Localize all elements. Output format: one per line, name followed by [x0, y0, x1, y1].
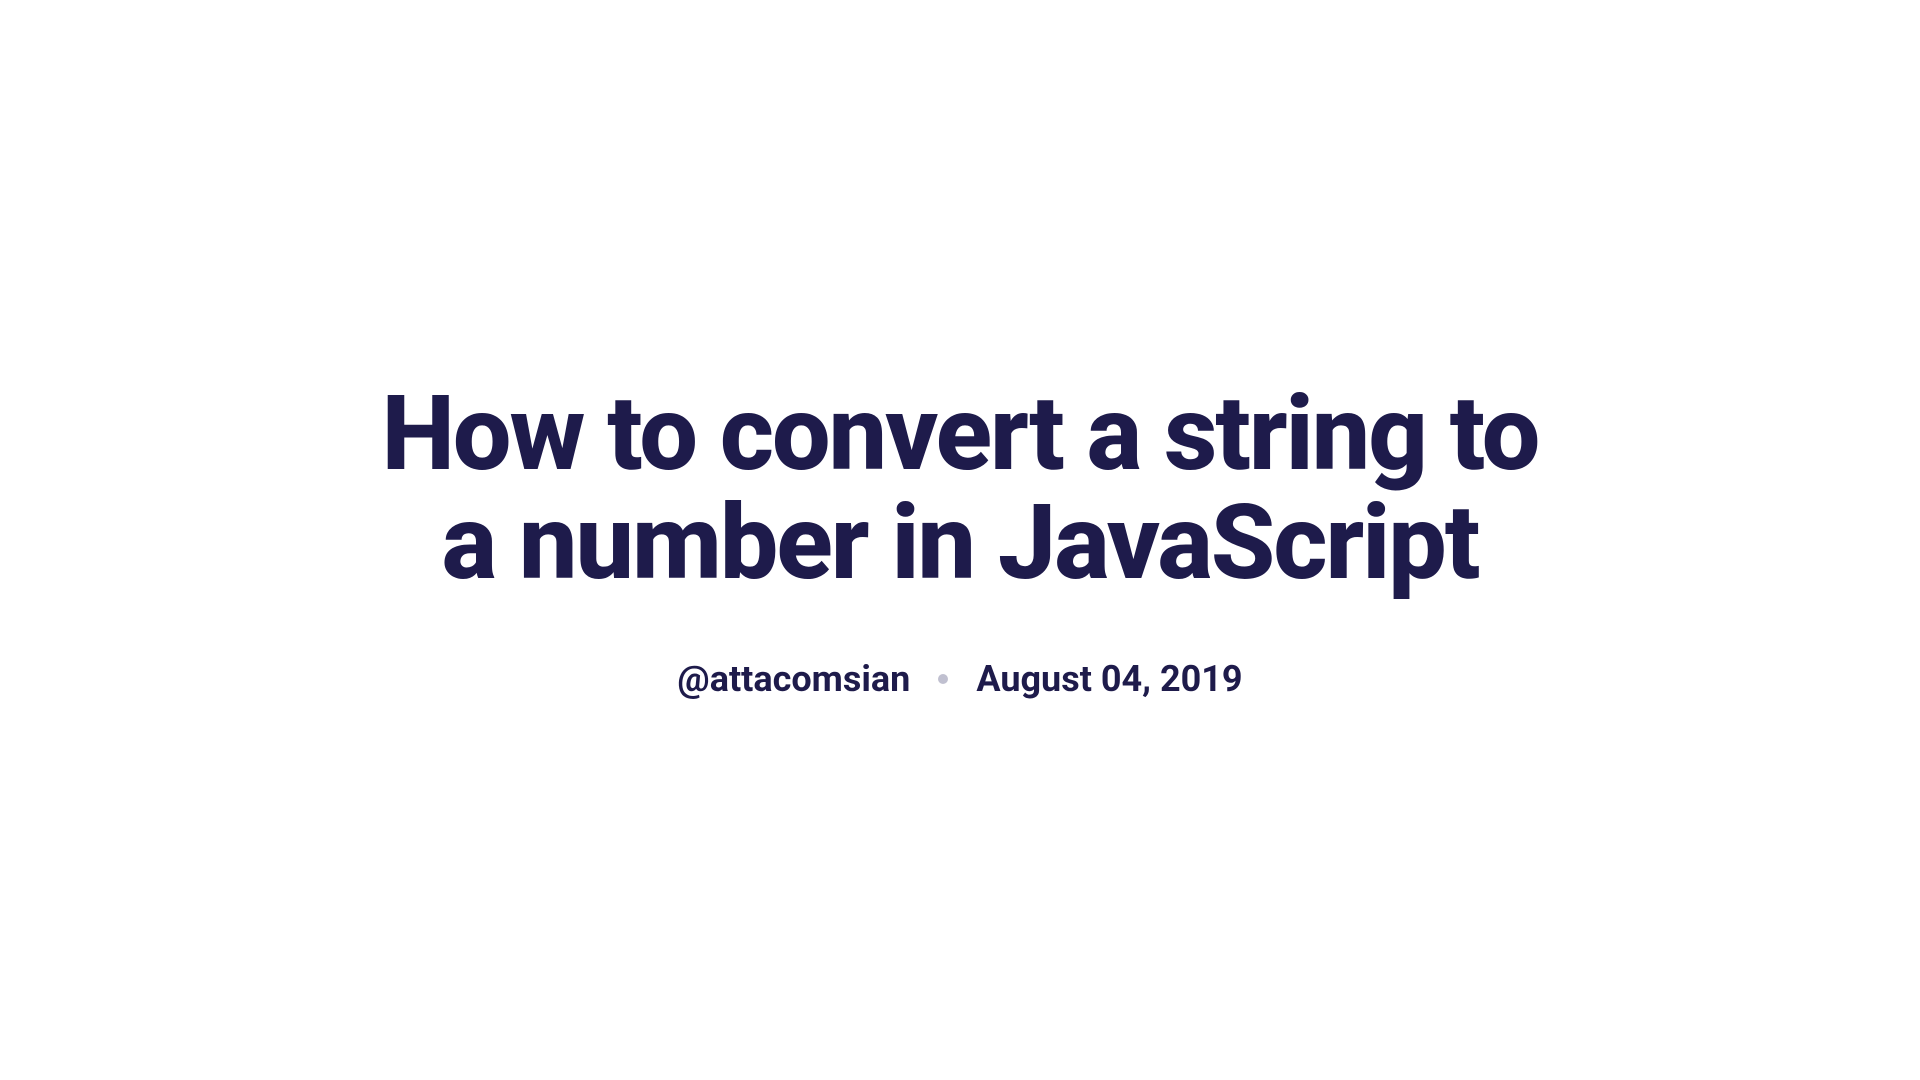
article-header: How to convert a string to a number in J… [360, 380, 1560, 700]
publish-date: August 04, 2019 [976, 658, 1242, 700]
author-handle[interactable]: @attacomsian [677, 658, 910, 700]
article-title: How to convert a string to a number in J… [360, 380, 1560, 598]
article-meta: @attacomsian August 04, 2019 [360, 658, 1560, 700]
meta-separator [938, 674, 948, 684]
